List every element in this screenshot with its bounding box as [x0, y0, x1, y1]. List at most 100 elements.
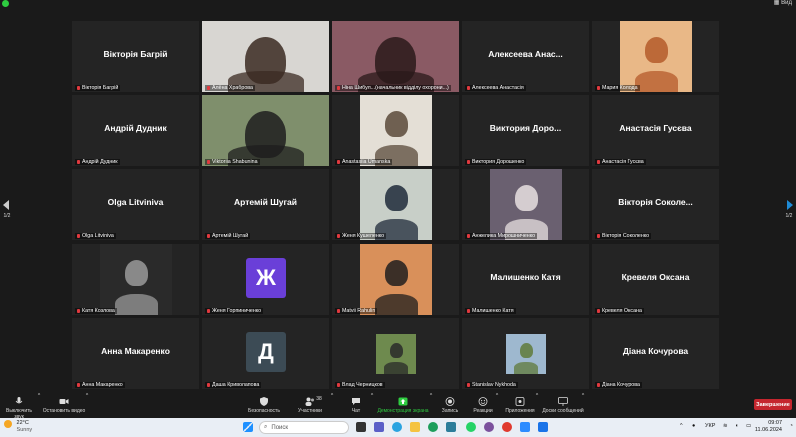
participant-tile[interactable]: Matvii Rahulin: [332, 244, 459, 315]
muted-mic-icon: [337, 233, 340, 238]
stop-video-button[interactable]: Остановить видео: [42, 393, 86, 418]
language-indicator[interactable]: УКР: [705, 423, 715, 429]
muted-mic-icon: [207, 159, 210, 164]
apps-button[interactable]: Приложения: [502, 393, 538, 418]
participant-tile[interactable]: Малишенко Катя Малишенко Катя: [462, 244, 589, 315]
participant-tile[interactable]: Anastasiia Umanska: [332, 95, 459, 166]
participants-options-chevron-icon[interactable]: ^: [329, 393, 335, 418]
participant-name-text: Мария Колода: [602, 85, 638, 91]
opera-icon[interactable]: [502, 422, 512, 432]
participant-tile[interactable]: Д Даша Криволапова: [202, 318, 329, 389]
participant-tile[interactable]: Діана Кочурова Діана Кочурова: [592, 318, 719, 389]
participant-shoulders: [635, 71, 678, 92]
muted-mic-icon: [77, 159, 80, 164]
participant-tile[interactable]: Viktoriia Shabunina: [202, 95, 329, 166]
muted-mic-icon: [597, 233, 600, 238]
participant-name-label: Stanislav Nykhoda: [465, 382, 518, 388]
chat-bubble-icon: [352, 398, 360, 405]
prev-page-arrow-icon[interactable]: [3, 200, 9, 210]
participant-tile[interactable]: Вікторія Соколе... Вікторія Соколенко: [592, 169, 719, 240]
participant-tile[interactable]: Катя Козлова: [72, 244, 199, 315]
chat-options-chevron-icon[interactable]: ^: [369, 393, 375, 418]
whiteboards-options-chevron-icon[interactable]: ^: [580, 393, 586, 418]
wifi-icon[interactable]: ≋: [723, 423, 728, 429]
participant-tile[interactable]: Olga Litviniva Olga Litviniva: [72, 169, 199, 240]
share-screen-icon: [398, 397, 408, 406]
volume-icon[interactable]: ◖: [735, 423, 738, 429]
participant-name-label: Женя Горпиниченко: [205, 308, 264, 314]
mute-button[interactable]: Выключить звук: [2, 393, 36, 420]
participant-video: [202, 95, 329, 166]
edge-icon[interactable]: [428, 422, 438, 432]
sun-icon: [4, 420, 12, 428]
teams-icon[interactable]: [374, 422, 384, 432]
chat-button[interactable]: Чат: [342, 393, 370, 418]
next-page-arrow-icon[interactable]: [787, 200, 793, 210]
participant-name-label: Даша Криволапова: [205, 382, 262, 388]
participant-tile[interactable]: Анна Макаренко Анна Макаренко: [72, 318, 199, 389]
share-options-chevron-icon[interactable]: ^: [428, 393, 434, 418]
reactions-options-chevron-icon[interactable]: ^: [494, 393, 500, 418]
taskbar-search-input[interactable]: ⌕ Поиск: [259, 421, 349, 434]
view-button[interactable]: ▦ Вид: [774, 0, 792, 6]
participant-name-label: Женя Кушеленко: [335, 233, 387, 239]
shield-icon: [260, 397, 268, 406]
participant-video: [360, 169, 432, 240]
stop-video-label: Остановить видео: [42, 408, 86, 414]
participant-tile[interactable]: Алёна Храброва: [202, 21, 329, 92]
participant-tile[interactable]: Влад Черницков: [332, 318, 459, 389]
notifications-bell-icon[interactable]: ◔: [790, 423, 793, 429]
muted-mic-icon: [467, 159, 470, 164]
participant-name-text: Anastasiia Umanska: [342, 159, 391, 165]
tray-chevron-icon[interactable]: ^: [680, 423, 683, 429]
participant-name-text: Olga Litviniva: [82, 233, 114, 239]
participant-tile[interactable]: Stanislav Nykhoda: [462, 318, 589, 389]
share-screen-button[interactable]: Демонстрация экрана: [376, 393, 430, 418]
participant-tile[interactable]: Артемій Шугай Артемій Шугай: [202, 169, 329, 240]
participant-tile[interactable]: Мария Колода: [592, 21, 719, 92]
participant-tile[interactable]: Ніна Шибул...(начальник відділу охорони.…: [332, 21, 459, 92]
participant-name-text: Вікторія Багрій: [82, 85, 119, 91]
calendar-icon[interactable]: [538, 422, 548, 432]
participant-name-text: Ніна Шибул...(начальник відділу охорони.…: [342, 85, 449, 91]
participant-tile[interactable]: Анжелика Мирошниченко: [462, 169, 589, 240]
participant-tile[interactable]: Женя Кушеленко: [332, 169, 459, 240]
video-options-chevron-icon[interactable]: ^: [84, 393, 90, 418]
whiteboards-label: Доски сообщений: [542, 408, 584, 414]
participant-avatar: Д: [246, 332, 286, 372]
file-explorer-icon[interactable]: [410, 422, 420, 432]
reactions-button[interactable]: Реакции: [470, 393, 496, 418]
participant-name-text: Женя Горпиниченко: [212, 308, 262, 314]
windows-start-icon[interactable]: [243, 422, 253, 432]
end-meeting-button[interactable]: Завершение: [754, 399, 792, 410]
participant-name-label: Ніна Шибул...(начальник відділу охорони.…: [335, 85, 451, 91]
participant-name-text: Viktoriia Shabunina: [212, 159, 258, 165]
record-button[interactable]: Запись: [438, 393, 462, 418]
task-view-icon[interactable]: [356, 422, 366, 432]
telegram-icon[interactable]: [392, 422, 402, 432]
zoom-icon[interactable]: [520, 422, 530, 432]
participant-name-label: Катя Козлова: [75, 308, 117, 314]
muted-mic-icon: [337, 382, 340, 387]
taskbar-clock[interactable]: 09:07 11.06.2024: [755, 420, 782, 434]
participant-tile[interactable]: Андрій Дудник Андрій Дудник: [72, 95, 199, 166]
weather-widget[interactable]: 22°C Sunny: [4, 420, 32, 433]
participant-name-text: Алексеева Анастасія: [472, 85, 524, 91]
participant-tile[interactable]: Анастасія Гусєва Анастасія Гусєва: [592, 95, 719, 166]
battery-icon[interactable]: ▭: [746, 423, 751, 429]
page-indicator-right: 1/2: [785, 213, 793, 219]
participant-name-text: Даша Криволапова: [212, 382, 260, 388]
whatsapp-icon[interactable]: [466, 422, 476, 432]
participant-tile[interactable]: Кревеля Оксана Кревеля Оксана: [592, 244, 719, 315]
muted-mic-icon: [467, 85, 470, 90]
participant-tile[interactable]: Ж Женя Горпиниченко: [202, 244, 329, 315]
participant-display-name: Діана Кочурова: [622, 346, 689, 356]
participant-tile[interactable]: Виктория Доро... Виктория Дорошенко: [462, 95, 589, 166]
store-icon[interactable]: [446, 422, 456, 432]
participant-tile[interactable]: Алексеева Анас... Алексеева Анастасія: [462, 21, 589, 92]
participant-tile[interactable]: Вікторія Багрій Вікторія Багрій: [72, 21, 199, 92]
security-button[interactable]: Безопасность: [243, 393, 285, 418]
viber-icon[interactable]: [484, 422, 494, 432]
security-shield-icon[interactable]: [2, 0, 9, 7]
tray-microphone-icon[interactable]: ●: [692, 423, 695, 429]
